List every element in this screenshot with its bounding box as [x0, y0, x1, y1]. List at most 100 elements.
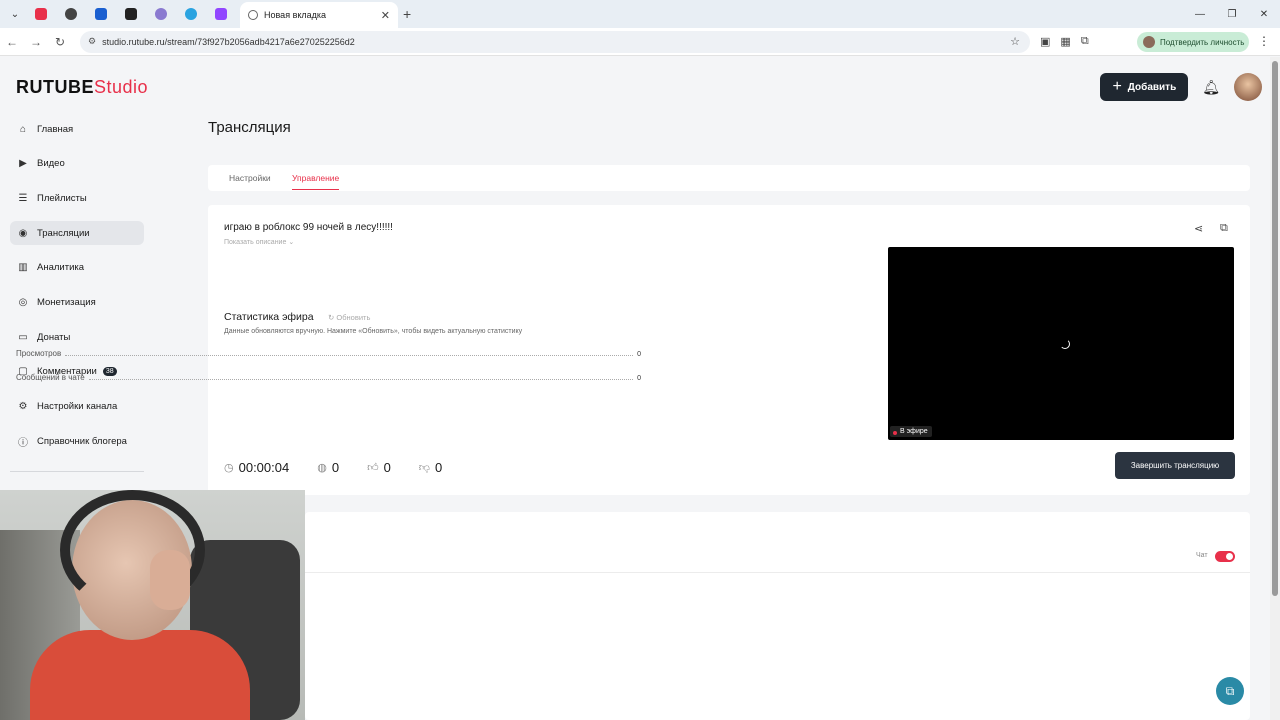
- refresh-icon: ↻: [328, 313, 335, 322]
- notifications-bell-icon[interactable]: 🔔︎: [1202, 79, 1220, 96]
- stat-label: Сообщений в чате: [16, 373, 85, 382]
- stat-row-views: Просмотров 0: [16, 349, 641, 358]
- pinned-tab-5[interactable]: [146, 0, 176, 28]
- extension-icon-2[interactable]: ▦: [1060, 35, 1070, 48]
- verify-identity-label: Подтвердить личность: [1160, 37, 1245, 47]
- sidebar-item-monetization[interactable]: ◎ Монетизация: [10, 290, 144, 314]
- sidebar-divider: [10, 471, 144, 472]
- reload-icon[interactable]: ↻: [48, 35, 72, 49]
- sidebar-item-donations[interactable]: ▭ Донаты: [10, 325, 144, 349]
- viewers-icon: ◍: [317, 462, 327, 474]
- sidebar-item-label: Видео: [37, 158, 65, 170]
- close-tab-icon[interactable]: ✕: [381, 9, 390, 22]
- sidebar-item-label: Настройки канала: [37, 401, 118, 412]
- broadcast-icon: ◉: [18, 227, 28, 239]
- clock-icon: ◷: [224, 462, 234, 474]
- refresh-stats-button[interactable]: ↻ Обновить: [328, 313, 370, 322]
- tab-settings[interactable]: Настройки: [229, 173, 271, 183]
- sidebar-item-label: Монетизация: [37, 296, 96, 308]
- stat-row-chat-messages: Сообщений в чате 0: [16, 373, 641, 382]
- active-browser-tab[interactable]: Новая вкладка ✕: [240, 2, 398, 28]
- sidebar-item-label: Плейлисты: [37, 192, 87, 204]
- minimize-icon[interactable]: —: [1184, 0, 1216, 28]
- info-icon: ⓘ: [18, 437, 28, 449]
- sidebar-item-analytics[interactable]: ▥ Аналитика: [10, 256, 144, 280]
- leader-dots: [88, 379, 634, 380]
- restore-icon[interactable]: ❐: [1216, 0, 1248, 28]
- stats-title: Статистика эфира: [224, 311, 314, 323]
- tab-management[interactable]: Управление: [292, 173, 340, 190]
- globe-icon: [248, 10, 258, 20]
- video-icon: ▶: [19, 158, 27, 170]
- add-button-label: Добавить: [1127, 81, 1177, 93]
- sidebar-item-channel-settings[interactable]: ⚙ Настройки канала: [10, 395, 144, 419]
- bookmark-star-icon[interactable]: ☆: [1010, 35, 1020, 48]
- verify-identity-button[interactable]: Подтвердить личность: [1137, 32, 1249, 52]
- coin-icon: ◎: [18, 296, 28, 308]
- video-player[interactable]: В эфире: [888, 247, 1234, 440]
- sidebar: ⌂ Главная ▶ Видео ☰ Плейлисты ◉ Трансляции ▥…: [10, 117, 144, 464]
- stat-value: 0: [637, 351, 641, 358]
- pinned-tab-7[interactable]: [206, 0, 236, 28]
- logo-studio: Studio: [94, 77, 149, 97]
- thumbs-up-icon: 👍︎: [367, 462, 379, 474]
- browser-menu-icon[interactable]: ⋮: [1258, 34, 1270, 48]
- analytics-icon: ▥: [18, 262, 28, 274]
- stream-metrics: ◷ 00:00:04 ◍ 0 👍︎ 0 👎︎ 0: [224, 460, 470, 475]
- profile-avatar: [1143, 36, 1155, 48]
- plus-icon: +: [1112, 78, 1122, 95]
- stat-value: 0: [637, 375, 641, 382]
- tab-search-icon[interactable]: ⌄: [4, 4, 26, 24]
- new-tab-icon[interactable]: +: [403, 6, 411, 22]
- leader-dots: [65, 355, 634, 356]
- chevron-down-icon: ⌄: [288, 239, 295, 246]
- end-stream-button[interactable]: Завершить трансляцию: [1115, 452, 1235, 479]
- logo-main: RUTUBE: [16, 77, 94, 97]
- pinned-tab-3[interactable]: [86, 0, 116, 28]
- sidebar-item-home[interactable]: ⌂ Главная: [10, 117, 144, 141]
- pinned-tab-2[interactable]: [56, 0, 86, 28]
- metric-dislikes: 👎︎ 0: [419, 460, 442, 475]
- chat-toggle[interactable]: [1215, 551, 1235, 562]
- external-link-icon[interactable]: ⧉: [1220, 222, 1228, 235]
- pinned-tab-1[interactable]: [26, 0, 56, 28]
- forward-icon[interactable]: →: [24, 35, 48, 49]
- chat-toggle-label: Чат: [1196, 552, 1208, 559]
- share-icon[interactable]: ⋖: [1194, 222, 1203, 235]
- show-description-label: Показать описание: [224, 239, 287, 246]
- sidebar-item-videos[interactable]: ▶ Видео: [10, 152, 144, 176]
- pinned-tab-4[interactable]: [116, 0, 146, 28]
- user-avatar[interactable]: [1234, 73, 1262, 101]
- rutube-studio-logo[interactable]: RUTUBEStudio: [16, 77, 148, 98]
- sidebar-item-label: Аналитика: [37, 262, 85, 274]
- sidebar-item-blogger-guide[interactable]: ⓘ Справочник блогера: [10, 429, 144, 453]
- metric-duration: ◷ 00:00:04: [224, 460, 289, 475]
- dislikes-value: 0: [434, 460, 443, 475]
- scrollbar-thumb[interactable]: [1272, 61, 1278, 596]
- viewers-value: 0: [331, 460, 340, 475]
- address-field[interactable]: ⚙ studio.rutube.ru/stream/73f927b2056adb…: [80, 30, 1030, 53]
- sidebar-item-playlists[interactable]: ☰ Плейлисты: [10, 186, 144, 210]
- live-badge: В эфире: [890, 426, 932, 437]
- show-description-link[interactable]: Показать описание ⌄: [224, 238, 294, 246]
- metric-viewers: ◍ 0: [317, 460, 339, 475]
- extensions-puzzle-icon[interactable]: ⧉: [1081, 35, 1089, 48]
- home-icon: ⌂: [19, 123, 27, 135]
- close-window-icon[interactable]: ✕: [1248, 0, 1280, 28]
- chat-card: Чат: [305, 512, 1250, 720]
- sidebar-item-streams[interactable]: ◉ Трансляции: [10, 221, 144, 246]
- back-icon[interactable]: ←: [0, 35, 24, 49]
- page-scrollbar[interactable]: [1270, 57, 1280, 720]
- chat-divider: [305, 572, 1250, 573]
- extension-icon-1[interactable]: ▣: [1040, 35, 1050, 48]
- pinned-tab-6[interactable]: [176, 0, 206, 28]
- webcam-person-hand: [150, 550, 190, 610]
- site-info-icon[interactable]: ⚙: [88, 36, 96, 47]
- tab-title: Новая вкладка: [264, 10, 327, 20]
- playlist-icon: ☰: [18, 192, 28, 204]
- add-button[interactable]: + Добавить: [1100, 73, 1189, 101]
- help-chat-icon[interactable]: ⧉: [1216, 677, 1244, 705]
- wallet-icon: ▭: [18, 331, 28, 343]
- duration-value: 00:00:04: [238, 460, 290, 475]
- sidebar-item-label: Донаты: [37, 331, 71, 343]
